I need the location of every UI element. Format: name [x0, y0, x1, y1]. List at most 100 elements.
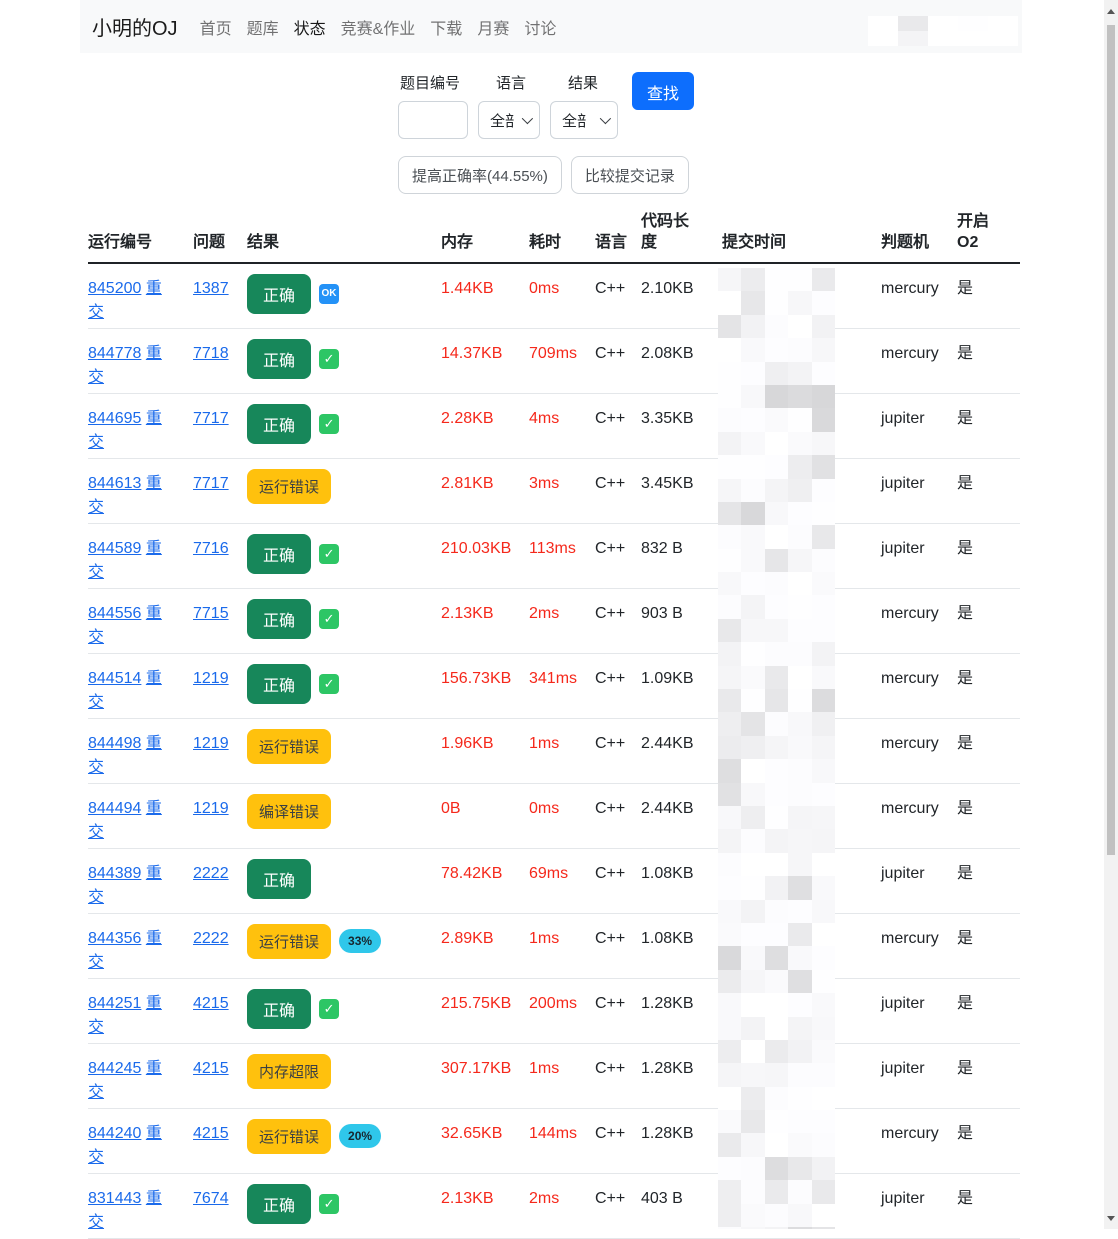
nav-item[interactable]: 讨论	[524, 21, 556, 38]
result-button[interactable]: 运行错误	[247, 923, 332, 959]
result-button[interactable]: 正确	[247, 533, 312, 574]
judger-cell: mercury	[881, 734, 939, 752]
problem-link[interactable]: 1387	[193, 280, 229, 297]
compare-submissions-button[interactable]: 比较提交记录	[570, 156, 689, 194]
col-run-id: 运行编号	[88, 203, 193, 264]
result-button[interactable]: 正确	[247, 338, 312, 379]
nav-item[interactable]: 下载	[430, 21, 462, 38]
result-button[interactable]: 内存超限	[247, 1053, 332, 1089]
problem-link[interactable]: 4215	[193, 1060, 229, 1077]
col-problem: 问题	[193, 203, 247, 264]
result-badge: 20%	[339, 1124, 382, 1148]
language-cell: C++	[595, 344, 626, 362]
result-select[interactable]: 全部	[550, 101, 618, 139]
problem-link[interactable]: 7717	[193, 475, 229, 492]
problem-link[interactable]: 1219	[193, 735, 229, 752]
result-button[interactable]: 正确	[247, 598, 312, 639]
o2-cell: 是	[957, 1189, 974, 1207]
result-badge: ✓	[319, 1193, 340, 1214]
problem-link[interactable]: 2222	[193, 865, 229, 882]
run-id-link[interactable]: 844251	[88, 995, 141, 1012]
brand-logo[interactable]: 小明的OJ	[92, 12, 178, 41]
result-button[interactable]: 正确	[247, 858, 312, 899]
search-button[interactable]: 查找	[632, 72, 695, 110]
result-button[interactable]: 运行错误	[247, 468, 332, 504]
nav-item[interactable]: 竞赛&作业	[341, 21, 416, 38]
nav-item[interactable]: 题库	[247, 21, 279, 38]
problem-link[interactable]: 7717	[193, 410, 229, 427]
run-id-link[interactable]: 845200	[88, 280, 141, 297]
result-button[interactable]: 正确	[247, 274, 312, 314]
run-id-link[interactable]: 844356	[88, 930, 141, 947]
problem-id-input[interactable]	[398, 101, 468, 139]
language-cell: C++	[595, 539, 626, 557]
o2-cell: 是	[957, 539, 974, 557]
time-cell: 1ms	[529, 929, 560, 947]
triangle-down-icon	[1107, 1215, 1115, 1221]
o2-cell: 是	[957, 344, 974, 362]
run-id-link[interactable]: 844556	[88, 605, 141, 622]
code-length-cell: 2.44KB	[641, 734, 694, 752]
table-row: 844356 重交 2222 运行错误 33% 2.89KB 1ms C++ 1…	[88, 913, 1020, 978]
o2-cell: 是	[957, 409, 974, 427]
problem-link[interactable]: 7718	[193, 345, 229, 362]
problem-link[interactable]: 7674	[193, 1190, 229, 1207]
problem-link[interactable]: 7715	[193, 605, 229, 622]
table-row: 844589 重交 7716 正确 ✓ 210.03KB 113ms C++ 8…	[88, 523, 1020, 588]
result-button[interactable]: 编译错误	[247, 793, 332, 829]
scroll-up-button[interactable]	[1104, 4, 1118, 18]
run-id-link[interactable]: 844245	[88, 1060, 141, 1077]
vertical-scrollbar[interactable]	[1104, 0, 1118, 1229]
result-button[interactable]: 正确	[247, 1183, 312, 1224]
o2-cell: 是	[957, 280, 974, 297]
run-id-link[interactable]: 831443	[88, 1190, 141, 1207]
language-cell: C++	[595, 799, 626, 817]
language-cell: C++	[595, 1189, 626, 1207]
scrollbar-thumb[interactable]	[1107, 25, 1115, 855]
code-length-cell: 2.10KB	[641, 280, 694, 297]
result-button[interactable]: 正确	[247, 988, 312, 1029]
improve-accuracy-button[interactable]: 提高正确率(44.55%)	[398, 156, 562, 194]
memory-cell: 2.81KB	[441, 474, 494, 492]
code-length-cell: 1.28KB	[641, 1124, 694, 1142]
problem-link[interactable]: 4215	[193, 1125, 229, 1142]
result-button[interactable]: 运行错误	[247, 728, 332, 764]
problem-link[interactable]: 1219	[193, 670, 229, 687]
problem-link[interactable]: 2222	[193, 930, 229, 947]
run-id-link[interactable]: 844240	[88, 1125, 141, 1142]
language-select-value: 全部	[490, 112, 514, 130]
run-id-link[interactable]: 844778	[88, 345, 141, 362]
code-length-cell: 1.09KB	[641, 669, 694, 687]
run-id-link[interactable]: 844498	[88, 735, 141, 752]
problem-link[interactable]: 1219	[193, 800, 229, 817]
col-submit-time: 提交时间	[722, 203, 881, 264]
problem-link[interactable]: 4215	[193, 995, 229, 1012]
triangle-up-icon	[1107, 8, 1115, 14]
run-id-link[interactable]: 844389	[88, 865, 141, 882]
table-row: 844514 重交 1219 正确 ✓ 156.73KB 341ms C++ 1…	[88, 653, 1020, 718]
scroll-down-button[interactable]	[1104, 1211, 1118, 1225]
run-id-link[interactable]: 844695	[88, 410, 141, 427]
run-id-link[interactable]: 844613	[88, 475, 141, 492]
table-row: 844240 重交 4215 运行错误 20% 32.65KB 144ms C+…	[88, 1108, 1020, 1173]
language-cell: C++	[595, 669, 626, 687]
o2-cell: 是	[957, 994, 974, 1012]
memory-cell: 215.75KB	[441, 994, 512, 1012]
run-id-link[interactable]: 844514	[88, 670, 141, 687]
code-length-cell: 1.08KB	[641, 864, 694, 882]
language-select[interactable]: 全部	[478, 101, 540, 139]
result-button[interactable]: 正确	[247, 403, 312, 444]
language-cell: C++	[595, 734, 626, 752]
run-id-link[interactable]: 844494	[88, 800, 141, 817]
nav-item[interactable]: 月赛	[477, 21, 509, 38]
nav-item[interactable]: 首页	[200, 21, 232, 38]
memory-cell: 32.65KB	[441, 1124, 503, 1142]
table-row: 844498 重交 1219 运行错误 1.96KB 1ms C++ 2.44K…	[88, 718, 1020, 783]
time-cell: 0ms	[529, 799, 560, 817]
nav-item[interactable]: 状态	[294, 21, 326, 38]
problem-link[interactable]: 7716	[193, 540, 229, 557]
result-button[interactable]: 正确	[247, 663, 312, 704]
run-id-link[interactable]: 844589	[88, 540, 141, 557]
table-row: 831443 重交 7674 正确 ✓ 2.13KB 2ms C++ 403 B…	[88, 1173, 1020, 1238]
result-button[interactable]: 运行错误	[247, 1118, 332, 1154]
